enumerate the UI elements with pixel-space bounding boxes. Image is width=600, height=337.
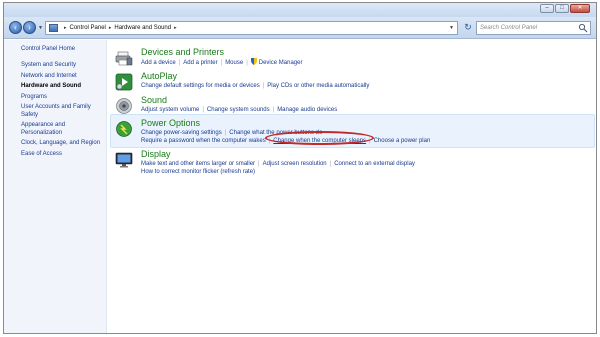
require-password-on-wake-link[interactable]: Require a password when the computer wak…	[141, 138, 266, 144]
chevron-right-icon[interactable]: ▸	[174, 25, 177, 31]
forward-button[interactable]: ›	[23, 21, 36, 34]
autoplay-title[interactable]: AutoPlay	[141, 71, 596, 82]
manage-audio-devices-link[interactable]: Manage audio devices	[277, 107, 337, 113]
adjust-system-volume-link[interactable]: Adjust system volume	[141, 107, 199, 113]
control-panel-window: – □ ✕ ‹ › ▼ ▸ Control Panel ▸ Hardware a…	[4, 3, 596, 333]
mouse-link[interactable]: Mouse	[225, 60, 243, 66]
sidebar-item-system-and-security[interactable]: System and Security	[21, 62, 106, 70]
chevron-right-icon[interactable]: ▸	[64, 25, 67, 31]
change-default-media-settings-link[interactable]: Change default settings for media or dev…	[141, 83, 260, 89]
window-controls: – □ ✕	[540, 4, 590, 13]
connect-external-display-link[interactable]: Connect to an external display	[334, 161, 415, 167]
arrow-right-icon: ›	[28, 23, 31, 32]
make-text-larger-link[interactable]: Make text and other items larger or smal…	[141, 161, 255, 167]
autoplay-icon	[115, 73, 133, 91]
minimize-button[interactable]: –	[540, 4, 554, 13]
breadcrumb-control-panel[interactable]: Control Panel	[70, 25, 106, 31]
change-system-sounds-link[interactable]: Change system sounds	[207, 107, 270, 113]
control-panel-home-link[interactable]: Control Panel Home	[21, 46, 106, 52]
correct-monitor-flicker-link[interactable]: How to correct monitor flicker (refresh …	[141, 169, 255, 175]
address-bar[interactable]: ▸ Control Panel ▸ Hardware and Sound ▸ ▼	[45, 21, 458, 35]
change-power-saving-settings-link[interactable]: Change power-saving settings	[141, 130, 222, 136]
speaker-icon	[116, 98, 132, 114]
close-button[interactable]: ✕	[570, 4, 590, 13]
search-placeholder: Search Control Panel	[480, 25, 538, 31]
adjust-screen-resolution-link[interactable]: Adjust screen resolution	[263, 161, 327, 167]
sidebar-item-clock-language-region[interactable]: Clock, Language, and Region	[21, 140, 106, 148]
navigation-bar: ‹ › ▼ ▸ Control Panel ▸ Hardware and Sou…	[4, 17, 596, 39]
breadcrumb-hardware-and-sound[interactable]: Hardware and Sound	[114, 25, 171, 31]
title-bar: – □ ✕	[4, 3, 596, 17]
chevron-right-icon[interactable]: ▸	[109, 25, 112, 31]
sound-title[interactable]: Sound	[141, 95, 596, 106]
uac-shield-icon	[250, 58, 257, 65]
control-panel-icon	[49, 24, 58, 32]
play-cds-automatically-link[interactable]: Play CDs or other media automatically	[267, 83, 369, 89]
address-dropdown-icon[interactable]: ▼	[449, 25, 454, 31]
main-content: Devices and Printers Add a device | Add a …	[108, 40, 596, 333]
printer-icon	[115, 51, 133, 66]
devices-and-printers-title[interactable]: Devices and Printers	[141, 47, 596, 58]
maximize-button[interactable]: □	[555, 4, 569, 13]
display-title[interactable]: Display	[141, 149, 596, 160]
refresh-button[interactable]: ↻	[462, 22, 474, 34]
refresh-icon: ↻	[464, 22, 472, 32]
left-navigation-pane: Control Panel Home System and Security N…	[4, 40, 107, 333]
annotation-highlight-oval	[265, 131, 374, 145]
add-a-device-link[interactable]: Add a device	[141, 60, 176, 66]
choose-a-power-plan-link[interactable]: Choose a power plan	[374, 138, 431, 144]
recent-pages-dropdown-icon[interactable]: ▼	[38, 25, 43, 31]
screenshot-frame: – □ ✕ ‹ › ▼ ▸ Control Panel ▸ Hardware a…	[3, 2, 597, 334]
sidebar-item-hardware-and-sound: Hardware and Sound	[21, 83, 82, 89]
sidebar-item-appearance[interactable]: Appearance and Personalization	[21, 122, 91, 137]
sidebar-item-network-and-internet[interactable]: Network and Internet	[21, 73, 106, 81]
add-a-printer-link[interactable]: Add a printer	[183, 60, 217, 66]
back-button[interactable]: ‹	[9, 21, 22, 34]
device-manager-link[interactable]: Device Manager	[259, 60, 303, 66]
search-box[interactable]: Search Control Panel	[476, 21, 591, 35]
sidebar-item-ease-of-access[interactable]: Ease of Access	[21, 151, 106, 159]
search-icon[interactable]	[578, 23, 588, 33]
arrow-left-icon: ‹	[14, 23, 17, 32]
power-options-title[interactable]: Power Options	[141, 118, 596, 129]
monitor-icon	[115, 152, 133, 168]
sidebar-item-programs[interactable]: Programs	[21, 94, 106, 102]
power-options-icon	[116, 121, 132, 137]
sidebar-item-user-accounts[interactable]: User Accounts and Family Safety	[21, 104, 99, 119]
